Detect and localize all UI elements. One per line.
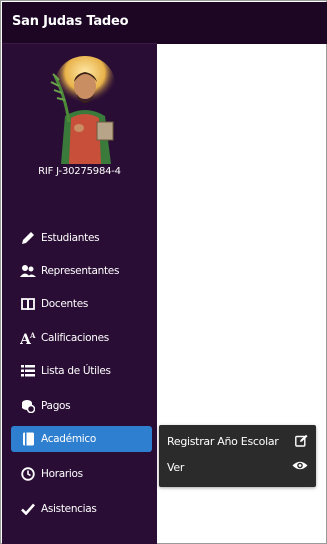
nav-label: Asistencias bbox=[41, 503, 97, 515]
users-icon bbox=[20, 263, 36, 279]
app-window: San Judas Tadeo RIF J-30275984-4 Estudia… bbox=[0, 0, 327, 544]
nav-item-lista-utiles[interactable]: Lista de Útiles bbox=[20, 360, 152, 382]
nav-item-asistencias[interactable]: Asistencias bbox=[20, 498, 152, 520]
nav-item-estudiantes[interactable]: Estudiantes bbox=[20, 227, 152, 249]
check-icon bbox=[20, 501, 36, 517]
brand-title[interactable]: San Judas Tadeo bbox=[12, 14, 129, 29]
nav-label: Representantes bbox=[41, 265, 120, 277]
nav-label: Docentes bbox=[41, 298, 89, 310]
nav-label: Calificaciones bbox=[41, 332, 109, 344]
list-icon bbox=[20, 363, 36, 379]
nav-label: Estudiantes bbox=[41, 232, 100, 244]
rif-number: RIF J-30275984-4 bbox=[38, 166, 121, 177]
top-bar bbox=[157, 2, 327, 44]
sidebar-header: San Judas Tadeo bbox=[2, 2, 157, 44]
nav-item-calificaciones[interactable]: AA Calificaciones bbox=[20, 327, 152, 349]
submenu-label: Ver bbox=[167, 460, 185, 474]
academico-submenu: Registrar Año Escolar Ver bbox=[159, 425, 316, 487]
svg-text:A: A bbox=[29, 331, 36, 340]
book-solid-icon bbox=[20, 431, 36, 447]
nav-item-docentes[interactable]: Docentes bbox=[20, 293, 152, 315]
nav-label: Lista de Útiles bbox=[41, 365, 111, 377]
submenu-label: Registrar Año Escolar bbox=[167, 434, 279, 448]
nav-item-horarios[interactable]: Horarios bbox=[20, 463, 152, 485]
pencil-icon bbox=[20, 230, 36, 246]
clock-icon bbox=[20, 466, 36, 482]
nav-label: Horarios bbox=[41, 468, 83, 480]
submenu-item-registrar-ano-escolar[interactable]: Registrar Año Escolar bbox=[159, 430, 316, 452]
nav-item-academico[interactable]: Académico bbox=[11, 426, 152, 452]
nav-label: Académico bbox=[41, 433, 96, 445]
book-icon bbox=[20, 296, 36, 312]
nav-item-representantes[interactable]: Representantes bbox=[20, 260, 152, 282]
font-size-icon: AA bbox=[20, 330, 36, 346]
edit-icon bbox=[295, 434, 308, 450]
submenu-item-ver[interactable]: Ver bbox=[159, 456, 316, 478]
school-logo-image bbox=[45, 56, 121, 164]
eye-icon bbox=[292, 460, 308, 474]
nav-item-pagos[interactable]: Pagos bbox=[20, 395, 152, 417]
sidebar: San Judas Tadeo RIF J-30275984-4 Estudia… bbox=[2, 2, 157, 544]
coins-icon bbox=[20, 398, 36, 414]
nav-label: Pagos bbox=[41, 400, 71, 412]
